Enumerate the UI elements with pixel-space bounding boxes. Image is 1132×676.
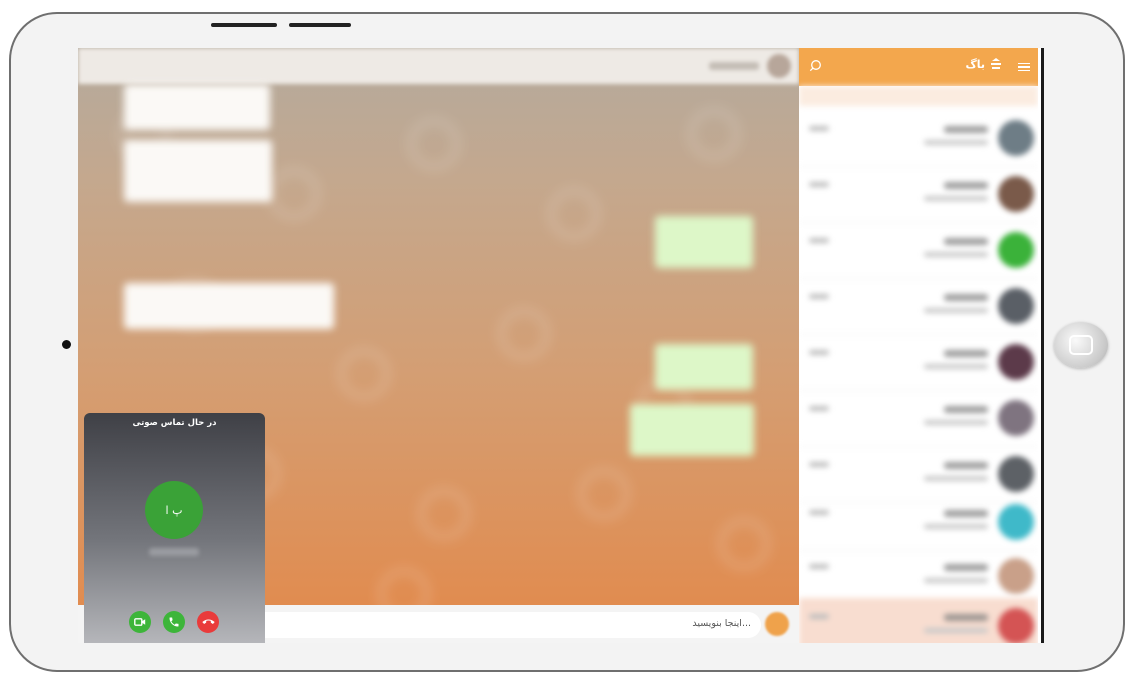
avatar — [998, 344, 1034, 380]
app-brand: باگ — [965, 57, 1002, 71]
sidebar-header: باگ — [799, 48, 1038, 86]
volume-button — [211, 23, 277, 27]
conversation-item[interactable] — [799, 110, 1038, 167]
message-bubble[interactable] — [630, 404, 754, 456]
avatar — [998, 232, 1034, 268]
call-status-title: در حال تماس صوتی — [132, 418, 217, 428]
message-bubble[interactable] — [124, 283, 334, 329]
conversation-item[interactable] — [799, 278, 1038, 335]
voice-call-panel: در حال تماس صوتی پ ا — [84, 413, 265, 643]
conversation-item[interactable] — [799, 598, 1038, 643]
avatar — [998, 176, 1034, 212]
phone-icon — [169, 617, 179, 627]
conversation-item[interactable] — [799, 548, 1038, 605]
brand-logo-icon — [991, 58, 1001, 69]
voice-call-button[interactable] — [163, 611, 185, 633]
contact-name — [709, 62, 759, 70]
caller-name — [149, 548, 199, 556]
conversation-item[interactable] — [799, 222, 1038, 279]
avatar — [998, 288, 1034, 324]
avatar — [998, 504, 1034, 540]
chat-area: اینجا بنویسید... در حال تماس صوتی پ ا — [78, 48, 799, 643]
power-button — [289, 23, 351, 27]
chat-header[interactable] — [78, 48, 799, 84]
conversation-sidebar: باگ — [799, 48, 1038, 643]
conversation-item[interactable] — [799, 494, 1038, 551]
conversation-item[interactable] — [799, 166, 1038, 223]
caller-avatar: پ ا — [145, 481, 203, 539]
emoji-button[interactable] — [765, 612, 789, 636]
avatar — [998, 558, 1034, 594]
sidebar-filter-bar[interactable] — [799, 86, 1038, 106]
contact-avatar[interactable] — [767, 54, 791, 78]
search-icon[interactable] — [809, 59, 822, 72]
video-camera-icon — [134, 618, 146, 626]
video-call-button[interactable] — [129, 611, 151, 633]
hamburger-menu-icon[interactable] — [1018, 59, 1030, 75]
front-camera — [62, 340, 71, 349]
conversation-item[interactable] — [799, 334, 1038, 391]
caller-initials: پ ا — [165, 503, 183, 517]
avatar — [998, 608, 1034, 643]
phone-hangup-icon — [202, 619, 214, 624]
avatar — [998, 456, 1034, 492]
end-call-button[interactable] — [197, 611, 219, 633]
message-bubble[interactable] — [655, 344, 753, 390]
avatar — [998, 120, 1034, 156]
home-square-icon — [1069, 335, 1093, 355]
message-bubble[interactable] — [124, 140, 272, 202]
message-bubble[interactable] — [124, 84, 270, 130]
conversation-item[interactable] — [799, 390, 1038, 447]
avatar — [998, 400, 1034, 436]
home-button[interactable] — [1054, 322, 1108, 368]
app-screen: اینجا بنویسید... در حال تماس صوتی پ ا با… — [78, 48, 1044, 643]
message-input-placeholder: اینجا بنویسید... — [692, 618, 751, 629]
message-bubble[interactable] — [655, 216, 753, 268]
brand-name: باگ — [965, 57, 985, 71]
